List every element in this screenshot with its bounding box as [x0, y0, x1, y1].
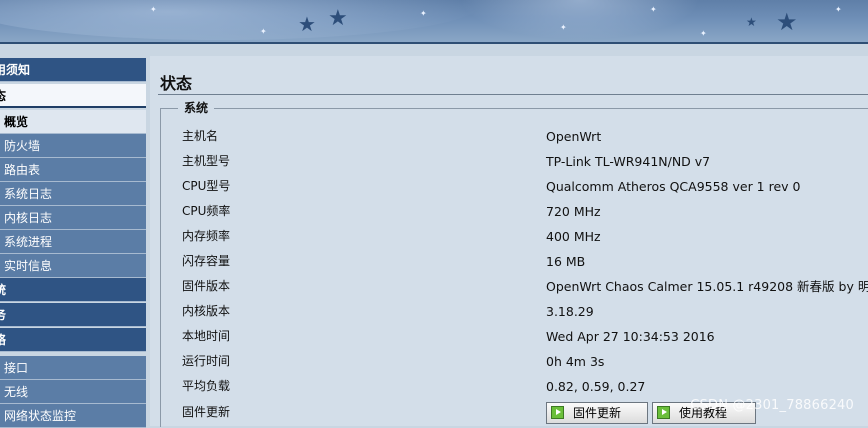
section-legend: 系统 — [178, 99, 215, 116]
row-label: CPU型号 — [182, 179, 231, 193]
row-value: OpenWrt Chaos Calmer 15.05.1 r49208 新春版 … — [546, 279, 868, 294]
row-value: 3.18.29 — [546, 304, 594, 319]
sidebar-item-label: 务 — [0, 308, 6, 322]
row-value: TP-Link TL-WR941N/ND v7 — [546, 154, 711, 169]
sparkle-icon: ✦ — [260, 27, 267, 36]
title-divider — [158, 94, 868, 95]
sidebar-item-label: 系统进程 — [4, 235, 53, 249]
sidebar-item-processes[interactable]: 系统进程 — [0, 230, 146, 254]
row-label: 内存频率 — [182, 229, 231, 243]
sidebar-item-services[interactable]: 务 — [0, 303, 146, 327]
row-label: 固件更新 — [182, 405, 231, 419]
row-value: 16 MB — [546, 254, 586, 269]
row-label: 内核版本 — [182, 304, 231, 318]
sidebar-item-label: 态 — [0, 89, 6, 103]
star-icon: ★ — [746, 15, 757, 29]
sidebar-item-label: 系统日志 — [4, 187, 53, 201]
watermark: CSDN @2301_78866240 — [690, 398, 854, 413]
sidebar-item-label: 无线 — [4, 385, 29, 399]
sidebar-item-routes[interactable]: 路由表 — [0, 158, 146, 182]
star-icon: ★ — [328, 6, 348, 31]
info-row-cpu-model: CPU型号 Qualcomm Atheros QCA9558 ver 1 rev… — [150, 174, 868, 199]
row-value: 400 MHz — [546, 229, 601, 244]
sidebar-item-label: 网络状态监控 — [4, 409, 77, 423]
sidebar-item-kernel-log[interactable]: 内核日志 — [0, 206, 146, 230]
sidebar-item-interfaces[interactable]: 接口 — [0, 356, 146, 380]
play-icon — [657, 406, 670, 419]
sidebar-item-network-monitor[interactable]: 网络状态监控 — [0, 404, 146, 428]
sparkle-icon: ✦ — [700, 29, 707, 38]
banner-swirl-glow — [460, 0, 700, 40]
row-label: 闪存容量 — [182, 254, 231, 268]
sidebar-item-label: 实时信息 — [4, 259, 53, 273]
row-label: 运行时间 — [182, 354, 231, 368]
star-icon: ★ — [776, 8, 798, 36]
main-content: 状态 系统 主机名 OpenWrt 主机型号 TP-Link TL-WR941N… — [150, 56, 868, 427]
info-row-cpu-freq: CPU频率 720 MHz — [150, 199, 868, 224]
info-row-uptime: 运行时间 0h 4m 3s — [150, 349, 868, 374]
sidebar-item-label: 防火墙 — [4, 139, 41, 153]
row-label: 平均负载 — [182, 379, 231, 393]
sidebar-item-label: 接口 — [4, 361, 29, 375]
sidebar-item-realtime[interactable]: 实时信息 — [0, 254, 146, 278]
info-row-mem-freq: 内存频率 400 MHz — [150, 224, 868, 249]
sidebar: 用须知 态 概览 防火墙 路由表 系统日志 内核日志 系统进程 实时信息 统 务… — [0, 44, 146, 428]
row-value: Wed Apr 27 10:34:53 2016 — [546, 329, 715, 344]
sidebar-item-notice[interactable]: 用须知 — [0, 58, 146, 82]
sidebar-item-label: 用须知 — [0, 63, 31, 77]
sidebar-item-network[interactable]: 络 — [0, 328, 146, 352]
banner-swirl — [0, 0, 480, 40]
row-label: 主机型号 — [182, 154, 231, 168]
firmware-update-button[interactable]: 固件更新 — [546, 402, 648, 424]
sparkle-icon: ✦ — [420, 9, 427, 18]
sparkle-icon: ✦ — [650, 5, 657, 14]
sparkle-icon: ✦ — [835, 5, 842, 14]
row-label: 本地时间 — [182, 329, 231, 343]
play-icon — [551, 406, 564, 419]
info-row-hostname: 主机名 OpenWrt — [150, 124, 868, 149]
info-row-load: 平均负载 0.82, 0.59, 0.27 — [150, 374, 868, 399]
info-row-firmware: 固件版本 OpenWrt Chaos Calmer 15.05.1 r49208… — [150, 274, 868, 299]
sidebar-item-overview[interactable]: 概览 — [0, 110, 146, 134]
sidebar-item-wireless[interactable]: 无线 — [0, 380, 146, 404]
page-title: 状态 — [160, 74, 193, 93]
row-label: 固件版本 — [182, 279, 231, 293]
row-value: 0h 4m 3s — [546, 354, 605, 369]
info-row-local-time: 本地时间 Wed Apr 27 10:34:53 2016 — [150, 324, 868, 349]
sidebar-item-system[interactable]: 统 — [0, 278, 146, 302]
info-row-flash: 闪存容量 16 MB — [150, 249, 868, 274]
sidebar-item-status[interactable]: 态 — [0, 84, 146, 108]
sidebar-item-syslog[interactable]: 系统日志 — [0, 182, 146, 206]
row-label: 主机名 — [182, 129, 219, 143]
header-banner: ★ ★ ★ ★ ✦ ✦ ✦ ✦ ✦ ✦ ✦ — [0, 0, 868, 44]
row-value: OpenWrt — [546, 129, 602, 144]
sidebar-item-label: 内核日志 — [4, 211, 53, 225]
sparkle-icon: ✦ — [150, 5, 157, 14]
row-value: 720 MHz — [546, 204, 601, 219]
info-row-model: 主机型号 TP-Link TL-WR941N/ND v7 — [150, 149, 868, 174]
row-label: CPU频率 — [182, 204, 231, 218]
sidebar-item-label: 统 — [0, 283, 6, 297]
sidebar-item-label: 路由表 — [4, 163, 41, 177]
row-value: 0.82, 0.59, 0.27 — [546, 379, 646, 394]
sidebar-item-label: 络 — [0, 333, 6, 347]
sidebar-item-label: 概览 — [4, 115, 29, 129]
star-icon: ★ — [298, 12, 316, 36]
button-label: 固件更新 — [573, 406, 622, 420]
sidebar-item-firewall[interactable]: 防火墙 — [0, 134, 146, 158]
sparkle-icon: ✦ — [560, 23, 567, 32]
info-row-kernel: 内核版本 3.18.29 — [150, 299, 868, 324]
row-value: Qualcomm Atheros QCA9558 ver 1 rev 0 — [546, 179, 801, 194]
